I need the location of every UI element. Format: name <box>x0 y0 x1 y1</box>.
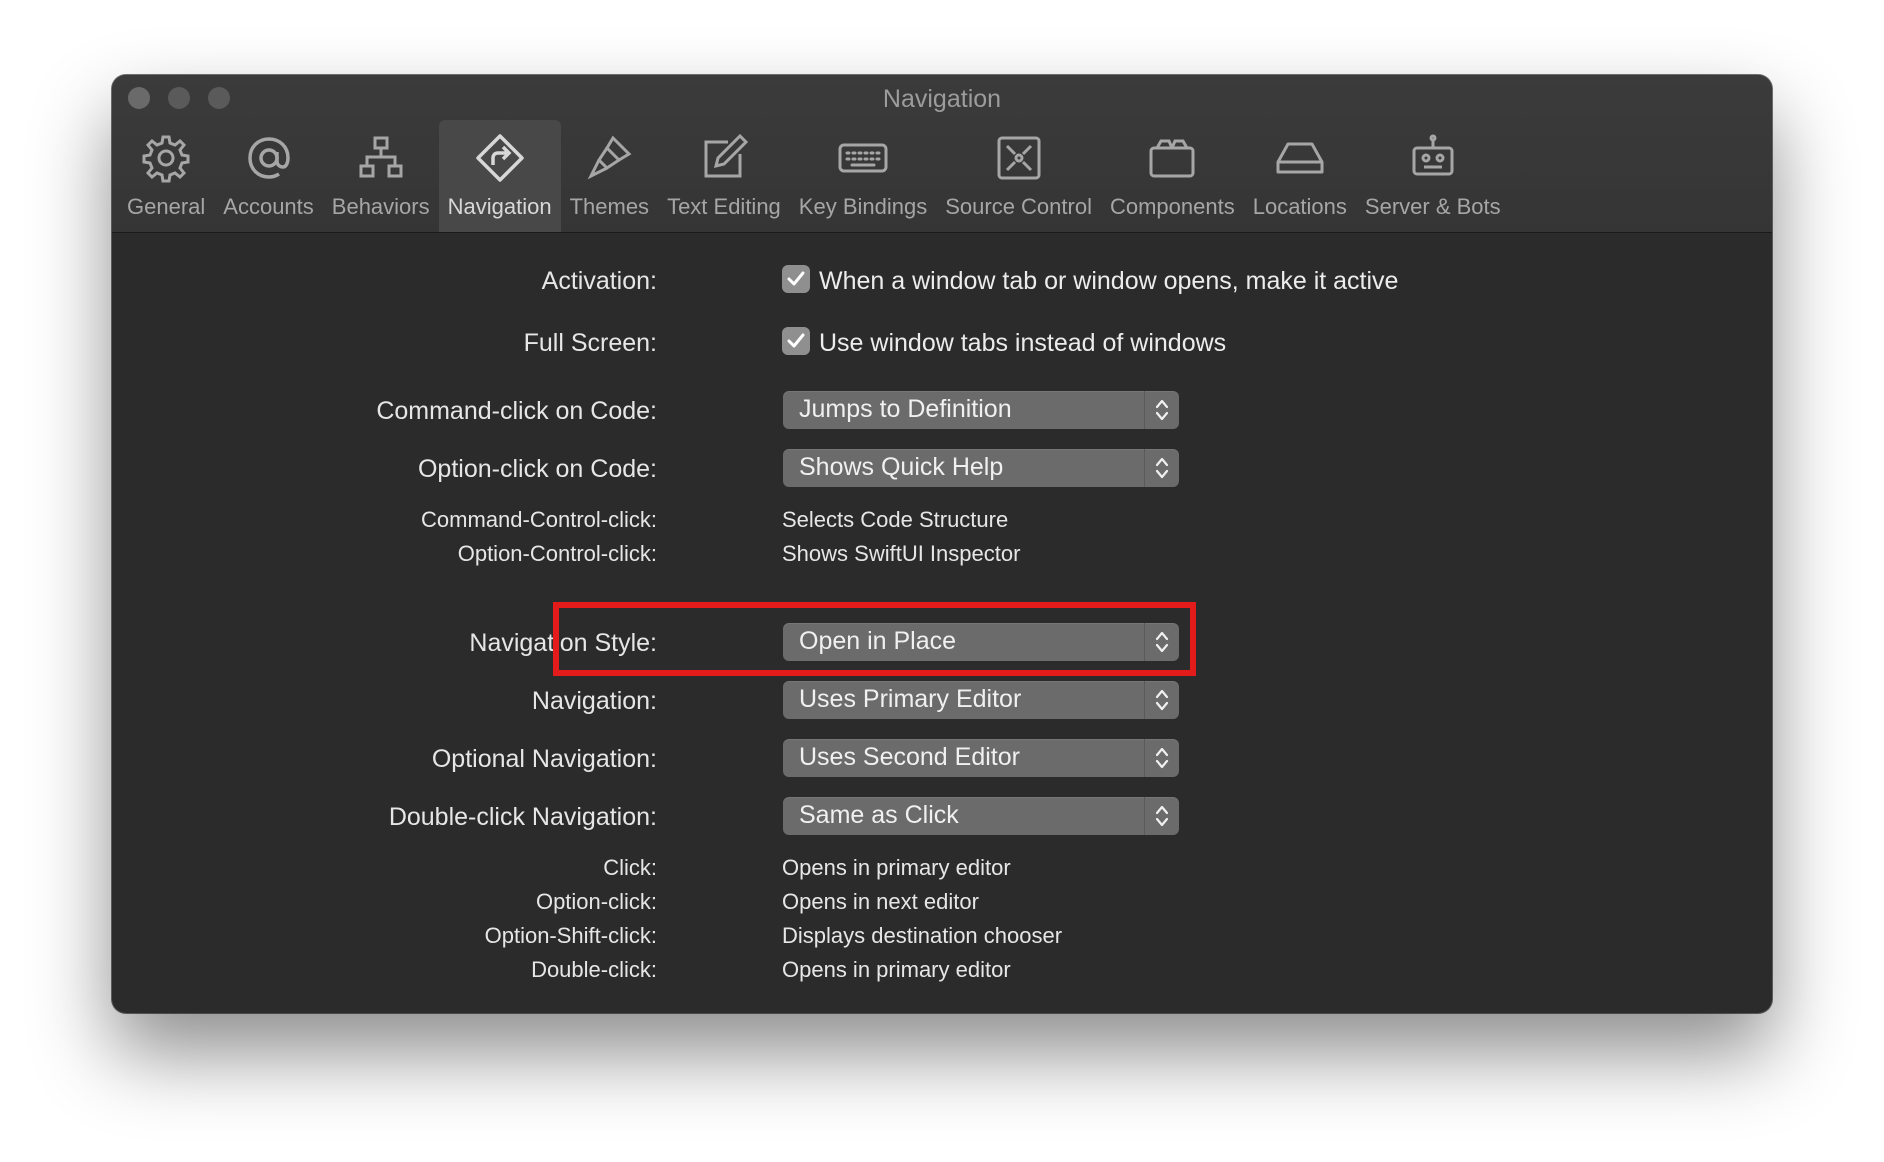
chevron-up-down-icon <box>1144 681 1179 719</box>
navigation-diamond-icon <box>474 126 526 190</box>
command-control-click-label: Command-Control-click: <box>421 507 657 532</box>
robot-icon <box>1407 126 1459 190</box>
tab-components[interactable]: Components <box>1101 120 1244 232</box>
summary-value: Opens in next editor <box>782 889 979 914</box>
preferences-window: Navigation General Accounts Behaviors Na… <box>112 75 1772 1013</box>
tab-label: Source Control <box>945 194 1092 219</box>
full-screen-checkbox[interactable] <box>782 327 810 355</box>
summary-label: Click: <box>603 855 657 880</box>
chevron-up-down-icon <box>1144 797 1179 835</box>
option-click-code-label: Option-click on Code: <box>417 455 657 483</box>
title-bar: Navigation General Accounts Behaviors Na… <box>112 75 1772 233</box>
summary-label: Double-click: <box>531 957 657 982</box>
option-click-code-popup[interactable]: Shows Quick Help <box>783 449 1179 487</box>
checkmark-icon <box>787 333 805 348</box>
tab-label: Accounts <box>223 194 314 219</box>
tab-general[interactable]: General <box>118 120 214 232</box>
tab-label: Behaviors <box>331 194 430 219</box>
tab-accounts[interactable]: Accounts <box>214 120 323 232</box>
tab-label: Text Editing <box>667 194 781 219</box>
command-click-label: Command-click on Code: <box>376 397 657 425</box>
double-click-navigation-label: Double-click Navigation: <box>388 803 657 831</box>
popup-value: Shows Quick Help <box>799 453 1004 481</box>
chevron-up-down-icon <box>1144 739 1179 777</box>
tab-label: Navigation <box>447 194 552 219</box>
optional-navigation-popup[interactable]: Uses Second Editor <box>783 739 1179 777</box>
double-click-navigation-popup[interactable]: Same as Click <box>783 797 1179 835</box>
tab-locations[interactable]: Locations <box>1244 120 1356 232</box>
pencil-square-icon <box>698 126 750 190</box>
command-click-popup[interactable]: Jumps to Definition <box>783 391 1179 429</box>
brush-icon <box>583 126 635 190</box>
summary-label: Option-click: <box>535 889 657 914</box>
hierarchy-icon <box>355 126 407 190</box>
summary-value: Opens in primary editor <box>782 855 1011 880</box>
popup-value: Jumps to Definition <box>799 395 1012 423</box>
checkmark-icon <box>787 271 805 286</box>
drive-icon <box>1274 126 1326 190</box>
keyboard-icon <box>837 126 889 190</box>
gear-icon <box>140 126 192 190</box>
summary-label: Option-Shift-click: <box>484 923 657 948</box>
tab-text-editing[interactable]: Text Editing <box>658 120 790 232</box>
window-title: Navigation <box>882 85 1002 113</box>
activation-checkbox[interactable] <box>782 265 810 293</box>
source-control-icon <box>993 126 1045 190</box>
full-screen-text: Use window tabs instead of windows <box>819 329 1227 357</box>
tab-label: Key Bindings <box>798 194 928 219</box>
tab-label: Themes <box>569 194 650 219</box>
tab-label: Components <box>1109 194 1235 219</box>
option-control-click-value: Shows SwiftUI Inspector <box>782 541 1021 566</box>
components-box-icon <box>1146 126 1198 190</box>
tab-key-bindings[interactable]: Key Bindings <box>790 120 936 232</box>
chevron-up-down-icon <box>1144 449 1179 487</box>
at-sign-icon <box>243 126 295 190</box>
full-screen-label: Full Screen: <box>523 329 657 357</box>
tab-label: Server & Bots <box>1364 194 1501 219</box>
preferences-toolbar: General Accounts Behaviors Navigation Th… <box>118 120 1510 232</box>
navigation-popup[interactable]: Uses Primary Editor <box>783 681 1179 719</box>
navigation-label: Navigation: <box>531 687 657 715</box>
tab-navigation[interactable]: Navigation <box>438 120 561 232</box>
command-control-click-value: Selects Code Structure <box>782 507 1009 532</box>
option-control-click-label: Option-Control-click: <box>457 541 657 566</box>
popup-value: Uses Second Editor <box>799 743 1020 771</box>
highlight-box <box>553 602 1196 676</box>
summary-value: Opens in primary editor <box>782 957 1011 982</box>
tab-source-control[interactable]: Source Control <box>936 120 1101 232</box>
tab-themes[interactable]: Themes <box>561 120 658 232</box>
chevron-up-down-icon <box>1144 391 1179 429</box>
tab-behaviors[interactable]: Behaviors <box>323 120 439 232</box>
summary-value: Displays destination chooser <box>782 923 1063 948</box>
optional-navigation-label: Optional Navigation: <box>431 745 657 773</box>
tab-label: Locations <box>1252 194 1347 219</box>
popup-value: Uses Primary Editor <box>799 685 1022 713</box>
tab-server-bots[interactable]: Server & Bots <box>1356 120 1510 232</box>
tab-label: General <box>127 194 206 219</box>
activation-text: When a window tab or window opens, make … <box>819 267 1399 295</box>
popup-value: Same as Click <box>799 801 959 829</box>
activation-label: Activation: <box>541 267 657 295</box>
